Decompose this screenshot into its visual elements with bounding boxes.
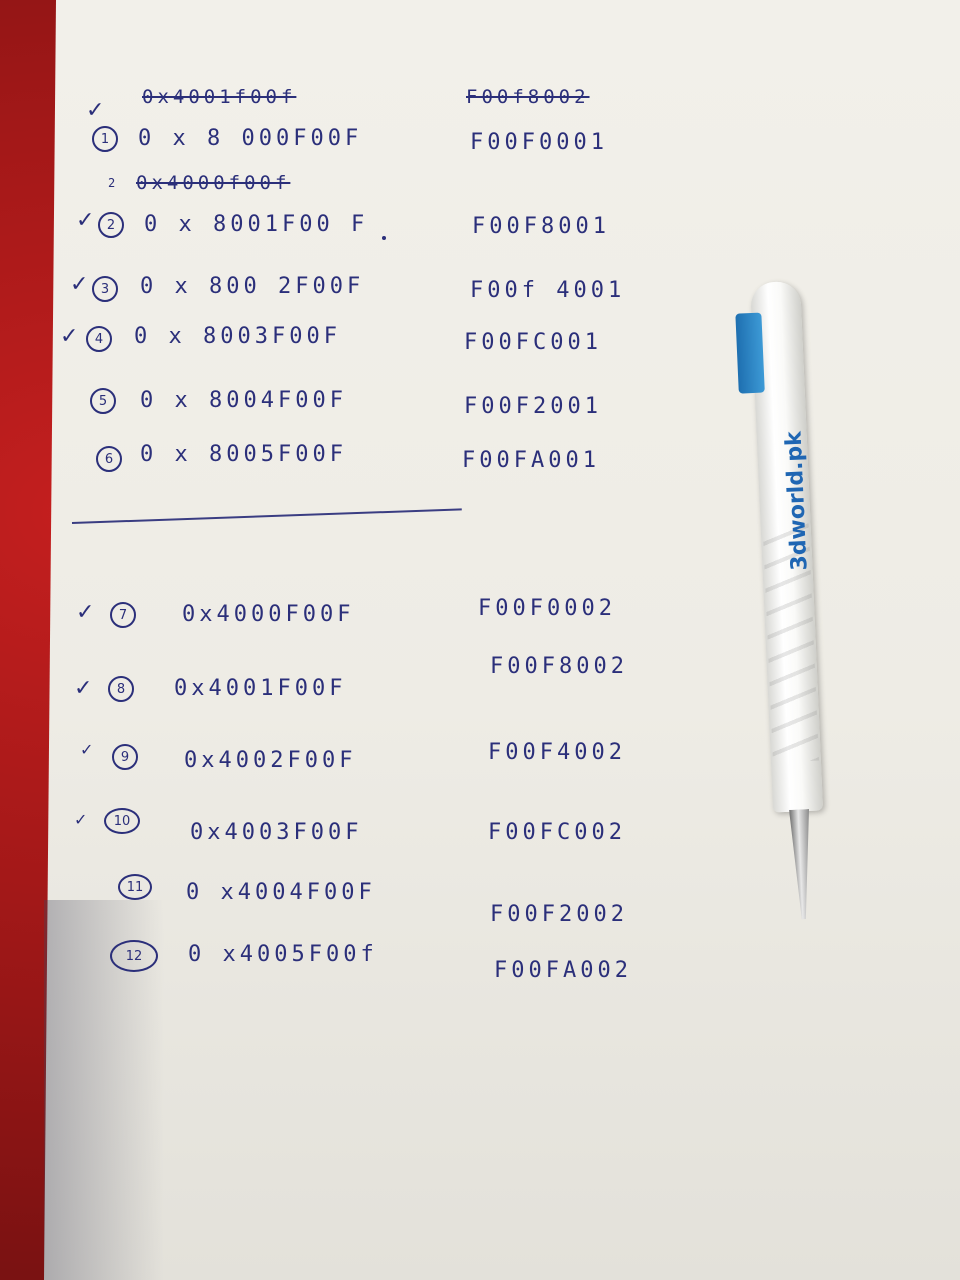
check-mark-icon: ✓ [86,98,105,123]
address-text: 0 x 8004F00F [140,388,347,413]
row-number: 11 [118,874,152,900]
crossed-address: 0x4001f00f [142,86,297,108]
crossed-value: F00f8002 [466,86,590,108]
value-text: F00F8001 [472,214,610,239]
row-number: 12 [110,940,158,972]
value-text: F00FC001 [464,330,602,355]
pen-clip [735,312,765,394]
address-text: 0x4002F00F [184,748,357,773]
row-number: 2 [98,212,124,238]
row-number: 8 [108,676,134,702]
row-number: 4 [86,326,112,352]
row-number: 7 [110,602,136,628]
address-text: 0 x4005F00f [188,942,378,967]
check-mark-icon: ✓ [70,272,89,297]
value-text: F00FC002 [488,820,626,845]
address-text: 0x4003F00F [190,820,363,845]
address-text: 0 x 800 2F00F [140,274,365,299]
address-text: 0x4001F00F [174,676,347,701]
value-text: F00F8002 [490,654,628,679]
address-text: 0 x 8005F00F [140,442,347,467]
ink-dot [382,236,386,240]
address-text: 0 x 8001F00 F [144,212,369,237]
crossed-address: 0x4000f00f [136,172,291,194]
address-text: 0 x 8 000F00F [138,126,363,151]
crossed-prefix: 2 [108,176,116,190]
address-text: 0 x4004F00F [186,880,376,905]
row-number: 9 [112,744,138,770]
value-text: F00F2002 [490,902,628,927]
value-text: F00F0002 [478,596,616,621]
pen-brand-text: 3dworld.pk [781,430,813,572]
row-number: 5 [90,388,116,414]
pen-tip [789,809,814,920]
check-mark-icon: ✓ [76,208,95,233]
check-mark-icon: ✓ [60,324,79,349]
address-text: 0x4000F00F [182,602,355,627]
check-mark-icon: ✓ [80,740,94,759]
row-number: 10 [104,808,140,834]
value-text: F00F0001 [470,130,608,155]
value-text: F00F4002 [488,740,626,765]
value-text: F00F2001 [464,394,602,419]
row-number: 1 [92,126,118,152]
row-number: 3 [92,276,118,302]
check-mark-icon: ✓ [76,600,95,625]
check-mark-icon: ✓ [74,676,93,701]
row-number: 6 [96,446,122,472]
value-text: F00FA001 [462,448,600,473]
value-text: F00FA002 [494,958,632,983]
check-mark-icon: ✓ [74,810,88,829]
address-text: 0 x 8003F00F [134,324,341,349]
value-text: F00f 4001 [470,278,626,303]
